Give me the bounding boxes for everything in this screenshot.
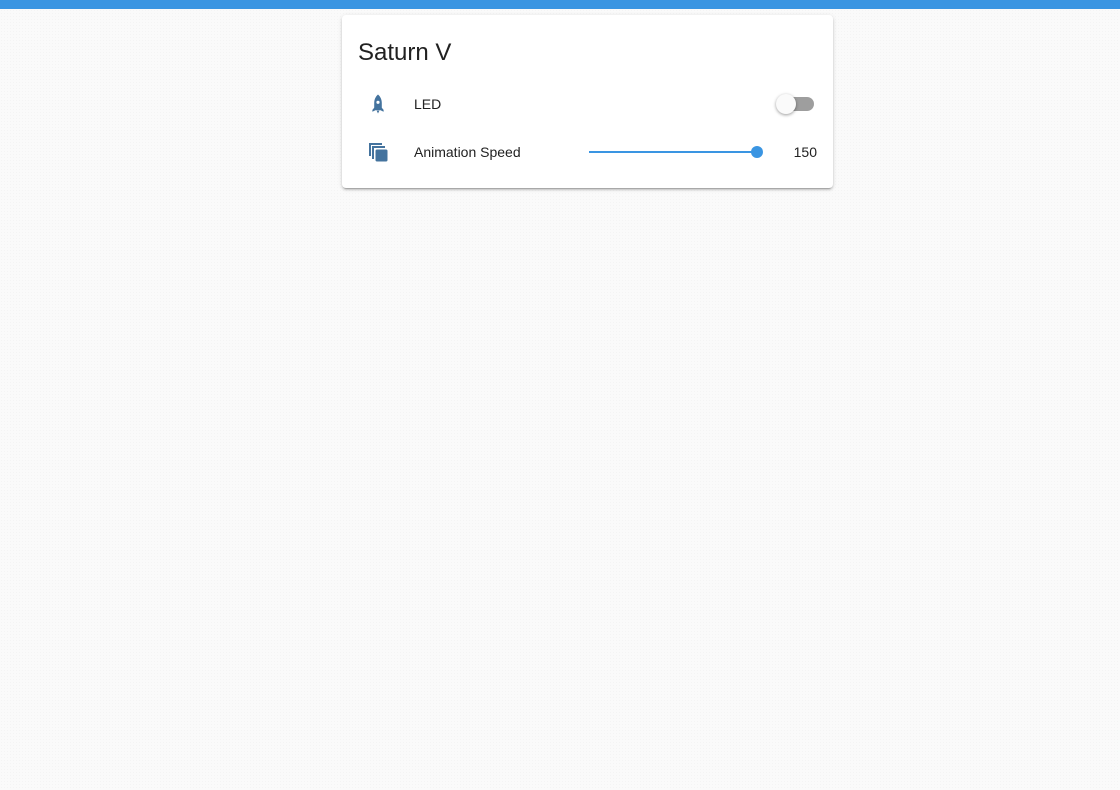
toggle-thumb[interactable] — [776, 94, 796, 114]
animation-speed-slider[interactable] — [589, 142, 763, 162]
top-accent-bar — [0, 0, 1120, 9]
slider-knob[interactable] — [751, 146, 763, 158]
led-toggle[interactable] — [776, 94, 816, 114]
entity-row-led[interactable]: LED — [342, 84, 833, 124]
rocket-icon — [366, 92, 390, 116]
led-label: LED — [414, 96, 442, 112]
entity-row-animation-speed: Animation Speed 150 — [342, 132, 833, 172]
slider-fill — [589, 151, 757, 153]
animation-speed-label: Animation Speed — [414, 144, 521, 160]
card-title: Saturn V — [358, 39, 452, 66]
entities-card: Saturn V LED Animation Speed 150 — [342, 15, 833, 188]
animation-speed-value: 150 — [793, 144, 817, 160]
animation-icon — [366, 140, 390, 164]
